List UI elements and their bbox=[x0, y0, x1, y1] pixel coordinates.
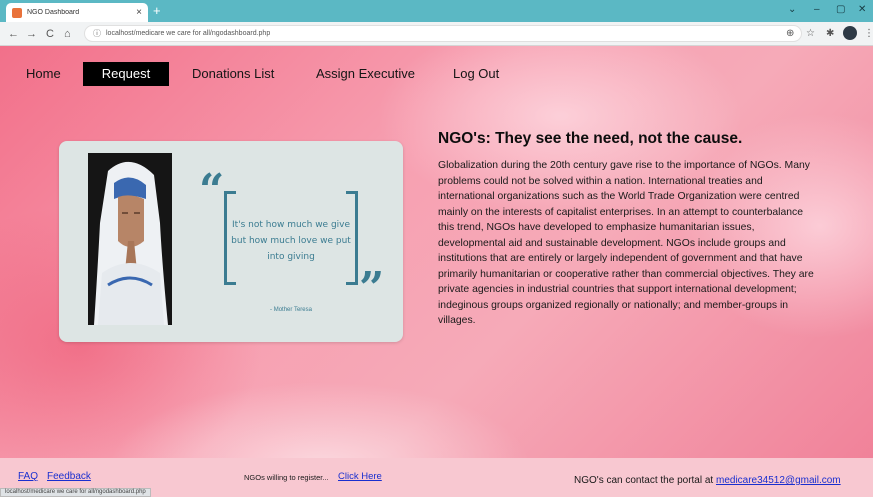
bookmark-star-icon[interactable]: ☆ bbox=[806, 27, 815, 41]
main-nav: Home Request Donations List Assign Execu… bbox=[0, 62, 873, 86]
nav-request-link[interactable]: Request bbox=[83, 62, 169, 86]
browser-menu-icon[interactable]: ⋮ bbox=[864, 27, 873, 41]
quote-text: It's not how much we give but how much l… bbox=[231, 220, 351, 262]
status-bar-url: localhost/medicare we care for all/ngoda… bbox=[0, 488, 151, 497]
back-arrow-icon[interactable]: ← bbox=[8, 26, 19, 42]
profile-avatar[interactable] bbox=[843, 26, 857, 40]
browser-tab-bar: NGO Dashboard × + ⌄ – ▢ ✕ bbox=[0, 0, 873, 22]
reload-icon[interactable]: C bbox=[46, 26, 54, 42]
favicon-icon bbox=[12, 7, 22, 18]
contact-text: NGO's can contact the portal at medicare… bbox=[574, 475, 841, 486]
new-tab-button[interactable]: + bbox=[153, 3, 161, 19]
faq-link[interactable]: FAQ bbox=[18, 471, 38, 482]
page-content: Home Request Donations List Assign Execu… bbox=[0, 46, 873, 497]
maximize-window-button[interactable]: ▢ bbox=[836, 2, 845, 18]
contact-label: NGO's can contact the portal at bbox=[574, 475, 716, 486]
extensions-icon[interactable]: ✱ bbox=[826, 27, 834, 41]
url-input[interactable]: ⓘ localhost/medicare we care for all/ngo… bbox=[84, 25, 802, 42]
quote-author: - Mother Teresa bbox=[270, 307, 312, 313]
address-bar: ← → C ⌂ ⓘ localhost/medicare we care for… bbox=[0, 22, 873, 46]
ngo-article: NGO's: They see the need, not the cause.… bbox=[438, 128, 818, 329]
feedback-link[interactable]: Feedback bbox=[47, 471, 91, 482]
nav-assign-executive-link[interactable]: Assign Executive bbox=[316, 62, 415, 86]
close-window-button[interactable]: ✕ bbox=[858, 2, 866, 18]
portrait-illustration bbox=[88, 153, 172, 325]
register-click-here-link[interactable]: Click Here bbox=[338, 471, 382, 482]
home-icon[interactable]: ⌂ bbox=[64, 26, 71, 42]
close-quote-icon: ” bbox=[359, 263, 385, 314]
close-tab-icon[interactable]: × bbox=[136, 7, 142, 18]
tab-search-icon[interactable]: ⌄ bbox=[788, 2, 796, 18]
register-text: NGOs willing to register... bbox=[244, 473, 329, 482]
nav-donations-link[interactable]: Donations List bbox=[192, 62, 274, 86]
nav-home-link[interactable]: Home bbox=[26, 62, 61, 86]
open-quote-icon: “ bbox=[199, 165, 225, 216]
browser-tab[interactable]: NGO Dashboard × bbox=[6, 3, 148, 22]
article-title: NGO's: They see the need, not the cause. bbox=[438, 130, 743, 147]
article-body: Globalization during the 20th century ga… bbox=[438, 160, 814, 326]
share-icon[interactable]: ⊕ bbox=[786, 27, 794, 41]
minimize-window-button[interactable]: – bbox=[814, 2, 820, 18]
url-text: localhost/medicare we care for all/ngoda… bbox=[106, 30, 271, 37]
mother-teresa-photo bbox=[88, 153, 172, 325]
tab-title: NGO Dashboard bbox=[27, 9, 80, 16]
quote-card: “ It's not how much we give but how much… bbox=[59, 141, 403, 342]
forward-arrow-icon[interactable]: → bbox=[26, 26, 37, 42]
site-info-icon[interactable]: ⓘ bbox=[93, 28, 101, 39]
contact-email-link[interactable]: medicare34512@gmail.com bbox=[716, 475, 841, 486]
nav-logout-link[interactable]: Log Out bbox=[453, 62, 499, 86]
